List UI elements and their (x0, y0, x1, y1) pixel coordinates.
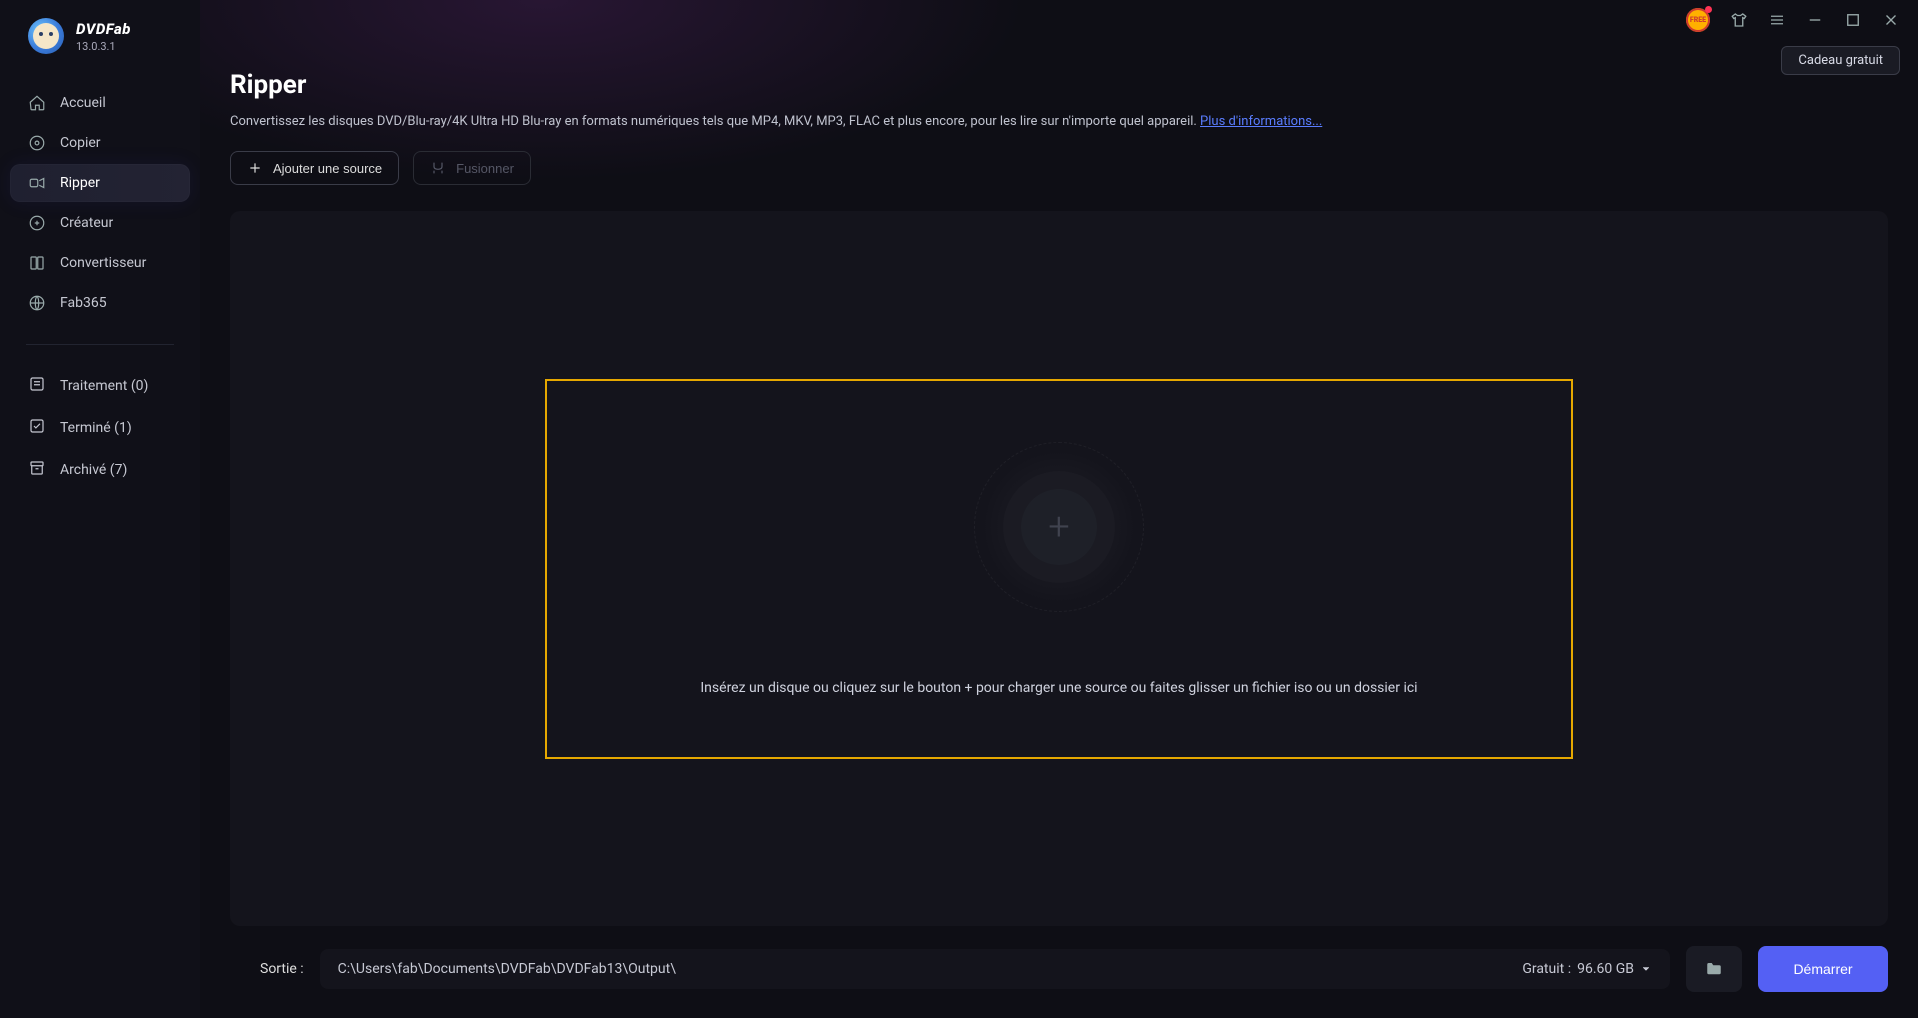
choose-output-folder-button[interactable] (1686, 946, 1742, 992)
sidebar-item-label: Traitement (0) (60, 378, 148, 394)
free-space-value: 96.60 GB (1577, 961, 1634, 977)
sidebar: DVDFab 13.0.3.1 Accueil Copier (0, 0, 200, 1018)
logo-block: DVDFab 13.0.3.1 (0, 18, 200, 76)
gift-button-label: Cadeau gratuit (1798, 53, 1883, 68)
output-label: Sortie : (260, 961, 304, 977)
content: Ripper Convertissez les disques DVD/Blu-… (200, 40, 1918, 1018)
close-icon[interactable] (1882, 11, 1900, 29)
dropzone[interactable]: + Insérez un disque ou cliquez sur le bo… (545, 379, 1573, 759)
app-version: 13.0.3.1 (76, 40, 131, 53)
sidebar-item-label: Accueil (60, 95, 106, 111)
primary-nav: Accueil Copier Ripper Créateur (0, 76, 200, 330)
dropzone-hint: Insérez un disque ou cliquez sur le bout… (680, 680, 1437, 696)
main-area: FREE Cadeau gratuit Ripper Co (200, 0, 1918, 1018)
action-row: Ajouter une source Fusionner (230, 151, 1918, 185)
creator-icon (28, 214, 46, 232)
menu-icon[interactable] (1768, 11, 1786, 29)
sidebar-item-finished[interactable]: Terminé (1) (10, 407, 190, 449)
free-space-label: Gratuit : (1522, 961, 1571, 977)
merge-icon (430, 160, 446, 176)
minimize-icon[interactable] (1806, 11, 1824, 29)
output-path-value: C:\Users\fab\Documents\DVDFab\DVDFab13\O… (338, 961, 676, 977)
sidebar-divider (26, 344, 174, 345)
globe-icon (28, 294, 46, 312)
queue-nav: Traitement (0) Terminé (1) Archivé (7) (0, 359, 200, 497)
sidebar-item-processing[interactable]: Traitement (0) (10, 365, 190, 407)
app-root: DVDFab 13.0.3.1 Accueil Copier (0, 0, 1918, 1018)
add-source-button[interactable]: Ajouter une source (230, 151, 399, 185)
merge-label: Fusionner (456, 161, 514, 176)
sidebar-item-label: Fab365 (60, 295, 107, 311)
folder-icon (1704, 960, 1724, 978)
plus-icon (247, 160, 263, 176)
app-logo-icon (28, 18, 64, 54)
archive-icon (28, 459, 46, 481)
sidebar-item-copy[interactable]: Copier (10, 124, 190, 162)
sidebar-item-archived[interactable]: Archivé (7) (10, 449, 190, 491)
free-space-dropdown[interactable]: Gratuit : 96.60 GB (1522, 961, 1652, 977)
page-title: Ripper (230, 70, 1918, 100)
plus-large-icon: + (1021, 489, 1097, 565)
sidebar-item-converter[interactable]: Convertisseur (10, 244, 190, 282)
gift-button[interactable]: Cadeau gratuit (1781, 46, 1900, 75)
more-info-link[interactable]: Plus d'informations... (1200, 114, 1322, 129)
home-icon (28, 94, 46, 112)
merge-button: Fusionner (413, 151, 531, 185)
start-button[interactable]: Démarrer (1758, 946, 1888, 992)
start-button-label: Démarrer (1793, 961, 1852, 977)
converter-icon (28, 254, 46, 272)
sidebar-item-fab365[interactable]: Fab365 (10, 284, 190, 322)
list-icon (28, 375, 46, 397)
chevron-down-icon (1640, 963, 1652, 975)
output-path-field[interactable]: C:\Users\fab\Documents\DVDFab\DVDFab13\O… (320, 949, 1670, 989)
sidebar-item-label: Terminé (1) (60, 420, 132, 436)
sidebar-item-label: Copier (60, 135, 101, 151)
sidebar-item-home[interactable]: Accueil (10, 84, 190, 122)
footer-bar: Sortie : C:\Users\fab\Documents\DVDFab\D… (230, 946, 1918, 1018)
dropzone-panel: + Insérez un disque ou cliquez sur le bo… (230, 211, 1888, 926)
free-badge-icon[interactable]: FREE (1686, 8, 1710, 32)
check-list-icon (28, 417, 46, 439)
ripper-icon (28, 174, 46, 192)
sidebar-item-label: Créateur (60, 215, 113, 231)
shirt-icon[interactable] (1730, 11, 1748, 29)
sidebar-item-ripper[interactable]: Ripper (10, 164, 190, 202)
sidebar-item-creator[interactable]: Créateur (10, 204, 190, 242)
disc-icon (28, 134, 46, 152)
maximize-icon[interactable] (1844, 11, 1862, 29)
page-description: Convertissez les disques DVD/Blu-ray/4K … (230, 114, 1834, 129)
dropzone-circle[interactable]: + (974, 442, 1144, 612)
sidebar-item-label: Ripper (60, 175, 100, 191)
window-titlebar: FREE (200, 0, 1918, 40)
add-source-label: Ajouter une source (273, 161, 382, 176)
brand-name: DVDFab (76, 20, 131, 38)
sidebar-item-label: Convertisseur (60, 255, 146, 271)
sidebar-item-label: Archivé (7) (60, 462, 127, 478)
